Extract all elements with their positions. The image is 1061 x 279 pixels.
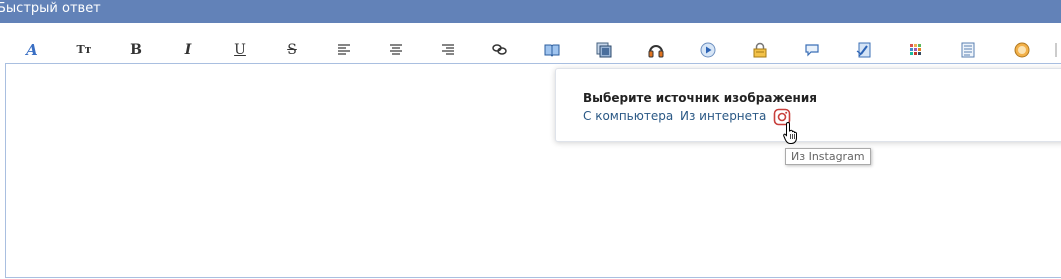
- image-button[interactable]: [592, 38, 616, 62]
- header-title: Быстрый ответ: [0, 1, 101, 16]
- document-icon: [961, 42, 975, 58]
- hand-cursor-icon: [783, 121, 797, 144]
- hide-button[interactable]: [748, 38, 772, 62]
- align-right-button[interactable]: [436, 38, 460, 62]
- play-icon: [700, 42, 716, 58]
- more-button[interactable]: [1049, 38, 1061, 62]
- speech-bubble-icon: [805, 44, 819, 57]
- align-right-icon: [442, 44, 454, 55]
- headphones-icon: [648, 45, 664, 58]
- link-icon: [492, 44, 507, 55]
- bold-button[interactable]: B: [124, 38, 148, 62]
- italic-label: I: [184, 42, 192, 58]
- list-button[interactable]: [956, 38, 980, 62]
- color-grid-icon: [910, 44, 921, 55]
- from-computer-link[interactable]: С компьютера: [583, 109, 673, 123]
- code-icon: [856, 42, 871, 58]
- bold-label: B: [130, 42, 142, 58]
- audio-button[interactable]: [644, 38, 668, 62]
- emoji-button[interactable]: [1010, 38, 1034, 62]
- video-button[interactable]: [696, 38, 720, 62]
- lock-icon: [753, 42, 767, 58]
- quote-button[interactable]: [540, 38, 564, 62]
- book-icon: [544, 44, 560, 57]
- underline-label: U: [234, 42, 246, 58]
- gallery-icon: [596, 42, 612, 58]
- image-source-popup: Выберите источник изображения С компьюте…: [555, 68, 1061, 142]
- font-color-button[interactable]: A: [20, 38, 44, 62]
- strikethrough-button[interactable]: S: [280, 38, 304, 62]
- popup-title: Выберите источник изображения: [583, 91, 817, 105]
- align-center-icon: [390, 44, 402, 55]
- instagram-tooltip: Из Instagram: [785, 148, 871, 165]
- more-icon: [1055, 43, 1061, 57]
- link-button[interactable]: [488, 38, 512, 62]
- code-button[interactable]: [852, 38, 876, 62]
- font-color-icon: A: [26, 41, 38, 59]
- italic-button[interactable]: I: [176, 38, 200, 62]
- font-size-button[interactable]: Tт: [72, 38, 96, 62]
- quick-reply-header: Быстрый ответ: [0, 0, 1061, 23]
- smiley-icon: [1014, 42, 1030, 58]
- from-internet-link[interactable]: Из интернета: [680, 109, 766, 123]
- font-size-label: Tт: [76, 43, 92, 56]
- strikethrough-label: S: [287, 42, 297, 58]
- underline-button[interactable]: U: [228, 38, 252, 62]
- align-left-icon: [338, 44, 350, 55]
- formatting-toolbar: A Tт B I U S: [0, 38, 1061, 62]
- spoiler-button[interactable]: [800, 38, 824, 62]
- align-left-button[interactable]: [332, 38, 356, 62]
- table-button[interactable]: [904, 38, 928, 62]
- align-center-button[interactable]: [384, 38, 408, 62]
